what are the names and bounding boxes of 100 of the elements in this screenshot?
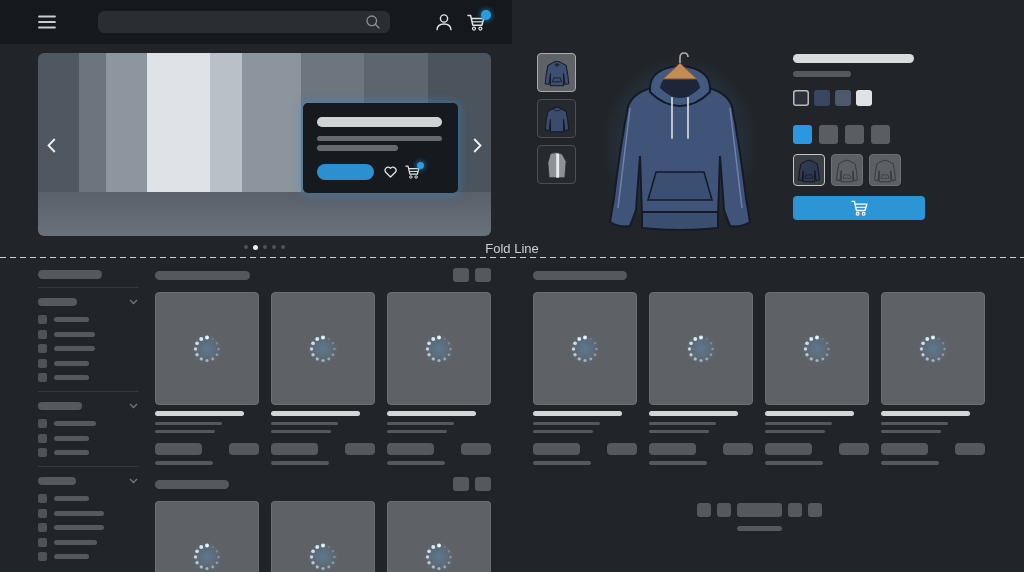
filter-option-placeholder: [54, 525, 104, 530]
color-swatch[interactable]: [856, 90, 872, 106]
filter-option-placeholder: [54, 317, 89, 322]
size-option[interactable]: [819, 125, 838, 144]
filter-title-placeholder[interactable]: [38, 402, 82, 410]
chevron-down-icon[interactable]: [129, 403, 138, 409]
filter-option-placeholder: [54, 496, 89, 501]
menu-icon[interactable]: [38, 15, 56, 29]
price-placeholder: [649, 443, 696, 455]
price-placeholder: [387, 443, 434, 455]
hoodie-back-icon: [543, 104, 570, 133]
checkbox[interactable]: [38, 508, 47, 518]
text-placeholder: [271, 422, 338, 425]
button-placeholder[interactable]: [317, 164, 374, 180]
text-placeholder: [881, 430, 941, 433]
text-placeholder: [271, 461, 329, 465]
text-placeholder: [387, 461, 445, 465]
checkbox[interactable]: [38, 419, 47, 428]
text-placeholder: [881, 461, 939, 465]
price-placeholder: [271, 443, 318, 455]
filter-option-placeholder: [54, 331, 95, 337]
chevron-left-icon[interactable]: [47, 138, 56, 153]
carousel-dot[interactable]: [263, 245, 267, 249]
pagination-button[interactable]: [807, 503, 822, 517]
chevron-right-icon[interactable]: [473, 138, 482, 153]
filter-option-placeholder: [54, 435, 89, 441]
cart-icon[interactable]: [467, 13, 485, 31]
text-placeholder: [649, 430, 709, 433]
gallery-thumbnail[interactable]: [537, 53, 576, 92]
cart-icon[interactable]: [405, 165, 420, 179]
checkbox[interactable]: [38, 552, 47, 561]
heading-placeholder: [38, 270, 102, 279]
color-swatch[interactable]: [835, 90, 851, 106]
filter-option-placeholder: [54, 346, 95, 351]
hoodie-icon: [798, 157, 820, 183]
text-placeholder: [649, 461, 707, 465]
price-placeholder: [765, 443, 812, 455]
hoodie-icon: [836, 157, 858, 183]
carousel-dot[interactable]: [281, 245, 285, 249]
size-option[interactable]: [793, 125, 812, 144]
text-placeholder: [765, 422, 832, 425]
checkbox[interactable]: [38, 494, 47, 503]
pagination-button[interactable]: [716, 503, 731, 517]
search-icon[interactable]: [366, 15, 380, 29]
filter-option-placeholder: [54, 510, 104, 516]
filter-option-placeholder: [54, 360, 89, 366]
filter-title-placeholder[interactable]: [38, 298, 77, 306]
checkbox[interactable]: [38, 448, 47, 457]
user-icon[interactable]: [436, 13, 452, 31]
checkbox[interactable]: [38, 329, 47, 339]
text-placeholder: [155, 430, 215, 433]
filter-option-placeholder: [54, 450, 89, 455]
gallery-thumbnail[interactable]: [537, 145, 576, 184]
heart-icon[interactable]: [384, 166, 397, 178]
text-placeholder: [736, 526, 782, 531]
carousel-dot[interactable]: [244, 245, 248, 249]
color-swatch[interactable]: [793, 90, 809, 106]
pagination-button[interactable]: [787, 503, 802, 517]
filter-option-placeholder: [54, 539, 97, 545]
text-placeholder: [533, 422, 600, 425]
style-option[interactable]: [793, 154, 825, 186]
checkbox[interactable]: [38, 537, 47, 547]
filter-option-placeholder: [54, 421, 96, 426]
text-placeholder: [155, 422, 222, 425]
page-number-placeholder[interactable]: [736, 503, 782, 517]
text-placeholder: [271, 430, 331, 433]
search-field[interactable]: [98, 11, 390, 33]
pagination-button[interactable]: [696, 503, 711, 517]
checkbox[interactable]: [38, 315, 47, 324]
text-placeholder: [765, 430, 825, 433]
checkbox[interactable]: [38, 433, 47, 443]
checkbox[interactable]: [38, 523, 47, 532]
view-toggle-button[interactable]: [453, 268, 469, 282]
gallery-thumbnail[interactable]: [537, 99, 576, 138]
checkbox[interactable]: [38, 373, 47, 382]
view-toggle-button[interactable]: [475, 268, 491, 282]
color-swatch[interactable]: [814, 90, 830, 106]
size-option[interactable]: [871, 125, 890, 144]
text-placeholder: [387, 422, 454, 425]
chevron-down-icon[interactable]: [129, 299, 138, 305]
hoodie-icon: [543, 58, 570, 87]
filter-title-placeholder[interactable]: [38, 477, 76, 485]
add-to-cart-button[interactable]: [793, 196, 925, 220]
text-placeholder: [881, 422, 948, 425]
text-placeholder: [387, 430, 447, 433]
checkbox[interactable]: [38, 344, 47, 353]
cart-icon: [850, 200, 868, 216]
text-placeholder: [533, 430, 593, 433]
view-toggle-button[interactable]: [453, 477, 469, 491]
size-option[interactable]: [845, 125, 864, 144]
view-toggle-button[interactable]: [475, 477, 491, 491]
chevron-down-icon[interactable]: [129, 478, 138, 484]
subtitle-placeholder: [793, 71, 851, 77]
text-placeholder: [155, 461, 213, 465]
text-placeholder: [765, 461, 823, 465]
carousel-dot[interactable]: [253, 244, 258, 250]
carousel-dot[interactable]: [272, 245, 276, 249]
price-placeholder: [155, 443, 202, 455]
checkbox[interactable]: [38, 358, 47, 368]
fold-line-label: Fold Line: [485, 241, 539, 256]
